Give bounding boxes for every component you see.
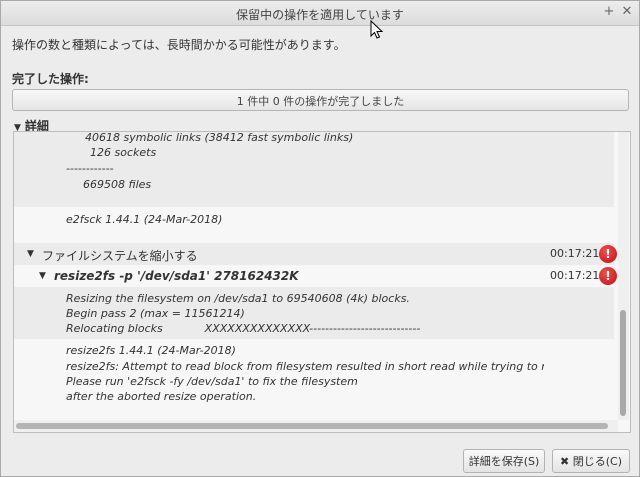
progress-text: 1 件中 0 件の操作が完了しました <box>236 95 405 108</box>
log-line: e2fsck 1.44.1 (24-Mar-2018) <box>66 213 223 226</box>
log-block-e2fsck: e2fsck 1.44.1 (24-Mar-2018) <box>14 207 614 243</box>
row-time: 00:17:21 <box>550 247 600 260</box>
close-icon: ✖ <box>560 455 570 468</box>
log-line: Please run 'e2fsck -fy /dev/sda1' to fix… <box>66 375 358 388</box>
vertical-scrollbar[interactable] <box>618 132 629 420</box>
horizontal-scroll-thumb[interactable] <box>16 423 608 429</box>
vertical-scroll-thumb[interactable] <box>620 310 626 416</box>
log-block-resize-progress: Resizing the filesystem on /dev/sda1 to … <box>14 287 614 339</box>
log-line: Resizing the filesystem on /dev/sda1 to … <box>66 292 410 305</box>
row-label: resize2fs -p '/dev/sda1' 278162432K <box>54 269 299 283</box>
window-title: 保留中の操作を適用しています <box>236 8 404 22</box>
error-icon: ! <box>599 267 617 285</box>
log-line: 40618 symbolic links (38412 fast symboli… <box>85 131 354 144</box>
row-expander-icon[interactable]: ▼ <box>39 271 46 281</box>
titlebar[interactable]: 保留中の操作を適用しています + ✕ <box>1 1 639 26</box>
progress-bar: 1 件中 0 件の操作が完了しました <box>12 89 629 111</box>
horizontal-scrollbar[interactable] <box>14 420 618 432</box>
row-time: 00:17:21 <box>550 269 600 282</box>
tree-row-shrink-filesystem[interactable]: ▼ ファイルシステムを縮小する 00:17:21 ! <box>14 243 617 265</box>
log-line: after the aborted resize operation. <box>66 390 257 403</box>
log-block-resize-error: resize2fs 1.44.1 (24-Mar-2018) resize2fs… <box>14 339 614 420</box>
error-icon: ! <box>599 245 617 263</box>
completed-label: 完了した操作: <box>12 72 89 86</box>
log-line: resize2fs 1.44.1 (24-Mar-2018) <box>66 344 236 357</box>
close-window-icon[interactable]: ✕ <box>619 4 635 20</box>
log-line: ------------ <box>66 162 114 175</box>
log-line: Relocating blocks XXXXXXXXXXXXXX--------… <box>66 322 421 335</box>
save-details-button[interactable]: 詳細を保存(S) <box>463 449 545 473</box>
row-expander-icon[interactable]: ▼ <box>27 249 34 259</box>
log-line: resize2fs: Attempt to read block from fi… <box>66 360 544 373</box>
pin-icon[interactable]: + <box>601 4 617 20</box>
log-line: 669508 files <box>83 178 152 191</box>
mouse-cursor-icon <box>370 20 384 39</box>
close-button[interactable]: ✖ 閉じる(C) <box>552 449 630 473</box>
close-button-label: 閉じる(C) <box>572 455 622 468</box>
log-line: 126 sockets <box>90 146 157 159</box>
log-block-stats: 40618 symbolic links (38412 fast symboli… <box>14 132 614 207</box>
tree-row-resize2fs[interactable]: ▼ resize2fs -p '/dev/sda1' 278162432K 00… <box>14 265 617 287</box>
dialog-window: 保留中の操作を適用しています + ✕ 操作の数と種類によっては、長時間かかる可能… <box>0 0 640 477</box>
row-label: ファイルシステムを縮小する <box>42 249 198 263</box>
log-line: Begin pass 2 (max = 11561214) <box>66 307 245 320</box>
description-text: 操作の数と種類によっては、長時間かかる可能性があります。 <box>12 38 346 52</box>
operation-log-tree[interactable]: 40618 symbolic links (38412 fast symboli… <box>13 131 631 433</box>
